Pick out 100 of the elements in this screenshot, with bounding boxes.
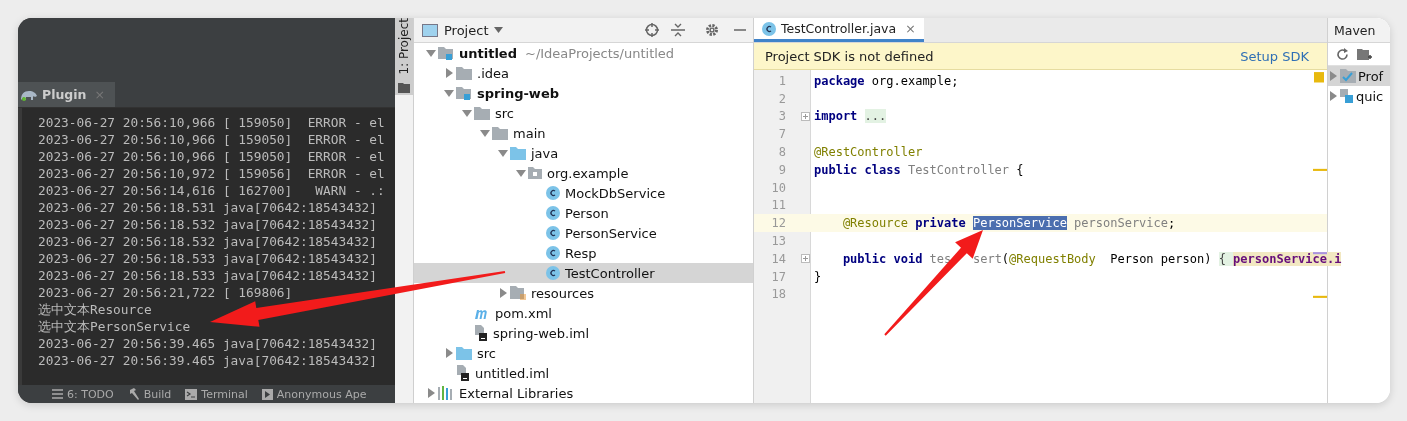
module-folder-icon <box>438 46 454 60</box>
profiles-icon <box>1340 69 1356 83</box>
code-line: @Resource private PersonService personService; <box>841 216 1176 231</box>
close-icon[interactable]: × <box>905 21 916 36</box>
console-line: 2023-06-27 20:56:10,966 [ 159050] ERROR - el <box>38 114 386 131</box>
code-line: package org.example; <box>813 73 959 88</box>
console-line: 2023-06-27 20:56:39.465 java[70642:18543432] <box>38 335 378 352</box>
console-line: 选中文本PersonService <box>38 318 192 335</box>
tree-item[interactable]: resources <box>414 283 753 303</box>
elephant-icon <box>20 88 38 101</box>
project-path: ~/IdeaProjects/untitled <box>525 45 675 61</box>
folder-icon <box>492 126 508 140</box>
maven-file-icon <box>474 307 490 319</box>
code-line: import ... <box>813 109 887 124</box>
tree-item[interactable]: java <box>414 143 753 163</box>
list-icon <box>52 389 63 399</box>
panel-title[interactable]: Project <box>444 22 489 38</box>
class-icon <box>546 246 560 260</box>
tree-item[interactable]: Resp <box>414 243 753 263</box>
class-icon <box>546 206 560 220</box>
line-number: 3 <box>777 109 786 124</box>
collapse-arrow-icon[interactable] <box>426 388 436 398</box>
folder-icon <box>510 146 526 160</box>
setup-sdk-link[interactable]: Setup SDK <box>1240 48 1309 64</box>
folder-add-icon[interactable] <box>1357 47 1372 61</box>
tree-item[interactable]: spring-web.iml <box>414 323 753 343</box>
crosshair-icon[interactable] <box>645 23 659 37</box>
console-line: 2023-06-27 20:56:18.533 java[70642:18543432] <box>38 267 378 284</box>
play-icon <box>261 388 273 400</box>
console-line: 选中文本Resource <box>38 301 153 318</box>
class-icon <box>546 226 560 240</box>
libraries-icon <box>438 386 454 400</box>
tree-item[interactable]: untitled ~/IdeaProjects/untitled <box>414 43 753 63</box>
expand-arrow-icon[interactable] <box>426 48 436 58</box>
tree-item[interactable]: untitled.iml <box>414 363 753 383</box>
project-tool-button[interactable]: 1: Project <box>395 18 413 95</box>
line-number: 2 <box>777 91 786 106</box>
code-line: @RestController <box>813 145 923 160</box>
editor-tab[interactable]: TestController.java × <box>754 18 924 42</box>
line-number: 7 <box>777 127 786 142</box>
console-line: 2023-06-27 20:56:18.532 java[70642:18543432] <box>38 216 378 233</box>
console-line: 2023-06-27 20:56:18.533 java[70642:18543432] <box>38 250 378 267</box>
console-line: 2023-06-27 20:56:14,616 [ 162700] WARN - .: <box>38 182 386 199</box>
tree-item[interactable]: .idea <box>414 63 753 83</box>
line-number: 1 <box>777 73 786 88</box>
console-line: 2023-06-27 20:56:10,972 [ 159056] ERROR - el <box>38 165 386 182</box>
console-line: 2023-06-27 20:56:10,966 [ 159050] ERROR - el <box>38 148 386 165</box>
tree-item[interactable]: MockDbService <box>414 183 753 203</box>
line-number: 9 <box>777 162 786 177</box>
tree-item[interactable]: org.example <box>414 163 753 183</box>
tree-item[interactable]: main <box>414 123 753 143</box>
tree-item[interactable]: src <box>414 103 753 123</box>
tree-item[interactable]: Prof <box>1328 66 1390 86</box>
run-tab[interactable]: Plugin × <box>18 82 115 107</box>
package-icon <box>528 167 542 179</box>
line-number: 12 <box>770 216 786 231</box>
folder-icon <box>474 106 490 120</box>
console-line: 2023-06-27 20:56:18.531 java[70642:18543432] <box>38 199 378 216</box>
tool-window-button[interactable]: Terminal <box>185 387 248 401</box>
tool-window-button[interactable]: Build <box>127 387 172 401</box>
fold-icon[interactable] <box>801 254 810 264</box>
collapse-arrow-icon[interactable] <box>498 288 508 298</box>
tree-item[interactable]: Person <box>414 203 753 223</box>
class-icon <box>546 186 560 200</box>
window-icon <box>422 23 438 37</box>
code-line: } <box>813 269 822 284</box>
code-line: public void tes sert(@RequestBody Person person) { personService.i <box>841 251 1342 266</box>
project-icon <box>1340 89 1354 103</box>
console-line: 2023-06-27 20:56:39.465 java[70642:18543432] <box>38 352 378 369</box>
tree-item[interactable]: TestController <box>414 263 753 283</box>
class-icon <box>546 266 560 280</box>
tree-item[interactable]: PersonService <box>414 223 753 243</box>
module-folder-icon <box>456 86 472 100</box>
code-line: public class TestController { <box>813 162 1024 177</box>
tool-window-button[interactable]: Anonymous Ape <box>261 387 367 401</box>
line-number: 14 <box>770 251 786 266</box>
collapse-all-icon[interactable] <box>671 23 685 37</box>
settings-icon[interactable] <box>705 23 719 37</box>
line-number: 13 <box>770 234 786 249</box>
tool-window-button[interactable]: 6: TODO <box>52 387 114 401</box>
caret-icon[interactable] <box>494 27 504 33</box>
folder-icon <box>456 66 472 80</box>
console-line: 2023-06-27 20:56:18.532 java[70642:18543432] <box>38 233 378 250</box>
fold-icon[interactable] <box>801 112 810 121</box>
refresh-icon[interactable] <box>1336 47 1349 61</box>
console-line: 2023-06-27 20:56:21,722 [ 169806] <box>38 284 294 301</box>
module-file-icon <box>456 365 470 381</box>
tree-item[interactable]: pom.xml <box>414 303 753 323</box>
line-number: 8 <box>777 145 786 160</box>
module-file-icon <box>474 325 488 341</box>
tree-item[interactable]: quic <box>1328 86 1390 106</box>
collapse-arrow-icon[interactable] <box>444 348 454 358</box>
console-line: 2023-06-27 20:56:10,966 [ 159050] ERROR - el <box>38 131 386 148</box>
tree-item[interactable]: spring-web <box>414 83 753 103</box>
class-icon <box>762 21 776 36</box>
resources-folder-icon <box>510 285 526 301</box>
collapse-arrow-icon[interactable] <box>444 68 454 78</box>
tree-item[interactable]: External Libraries <box>414 383 753 403</box>
folder-icon <box>456 346 472 360</box>
tree-item[interactable]: src <box>414 343 753 363</box>
